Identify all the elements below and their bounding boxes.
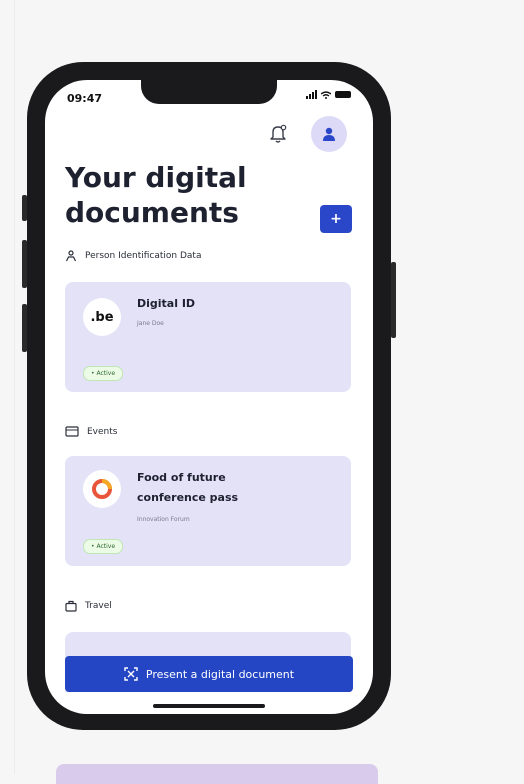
signal-icon	[306, 90, 317, 99]
notch	[141, 80, 277, 104]
next-screen-preview	[56, 764, 378, 784]
suitcase-icon	[65, 600, 77, 612]
card-subtitle: Innovation Forum	[137, 516, 190, 523]
user-icon	[323, 127, 335, 141]
event-logo-icon	[83, 470, 121, 508]
card-title: Food of future conference pass	[137, 471, 239, 504]
status-time: 09:47	[67, 92, 103, 105]
card-title: Digital ID	[137, 297, 196, 310]
page-title: Your digital documents	[65, 161, 247, 229]
power-button	[391, 262, 396, 338]
section-header-events: Events	[65, 426, 117, 437]
section-header-pid: Person Identification Data	[65, 250, 201, 262]
status-icons	[306, 90, 351, 99]
section-header-travel: Travel	[65, 600, 112, 612]
home-indicator	[153, 704, 265, 708]
qr-scan-icon	[124, 667, 138, 681]
battery-icon	[335, 91, 351, 98]
notification-bell-icon[interactable]	[267, 122, 289, 144]
ticket-icon	[65, 426, 79, 437]
person-network-icon	[65, 250, 77, 262]
wifi-icon	[321, 90, 331, 99]
add-document-button[interactable]: +	[320, 205, 352, 233]
document-card-conference-pass[interactable]: Food of future conference pass Innovatio…	[65, 456, 351, 566]
be-logo: .be	[83, 298, 121, 336]
card-subtitle: Jane Doe	[137, 320, 164, 327]
page-divider	[14, 0, 15, 774]
plus-icon: +	[330, 211, 342, 227]
profile-avatar-button[interactable]	[311, 116, 347, 152]
document-card-digital-id[interactable]: .be Digital ID Jane Doe • Active	[65, 282, 351, 392]
present-document-button[interactable]: Present a digital document	[65, 656, 353, 692]
status-badge: • Active	[83, 366, 124, 381]
phone-screen: 09:47 Your digital documents + Person Id…	[45, 80, 373, 714]
status-badge: • Active	[83, 539, 124, 554]
